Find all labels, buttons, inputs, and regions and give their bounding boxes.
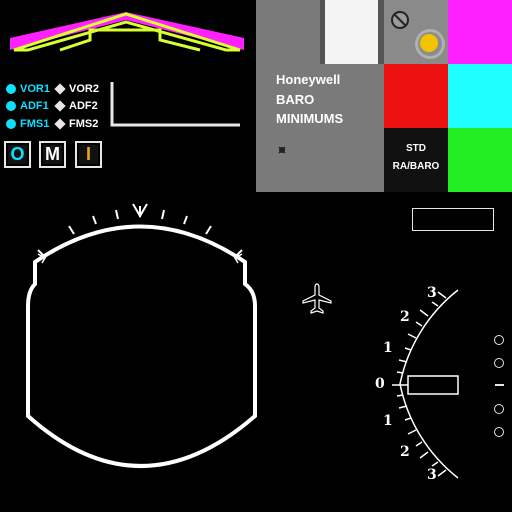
diamond-icon: [54, 83, 66, 95]
nav-source-left: VOR1: [20, 83, 50, 95]
middle-marker-box: M: [39, 141, 66, 168]
middle-marker-label: M: [45, 144, 60, 164]
cyan-dot-icon: [6, 119, 16, 129]
diamond-icon: [54, 118, 66, 130]
inner-marker-box: I: [75, 141, 102, 168]
inner-marker-label: I: [85, 144, 91, 164]
cyan-dot-icon: [6, 84, 16, 94]
gs-scale-upper-2: 2: [400, 309, 410, 325]
nav-source-row-3[interactable]: FMS1 FMS2: [6, 118, 98, 130]
ra-baro-label: RA/BARO: [392, 161, 440, 172]
flight-director-symbol: [10, 12, 244, 52]
std-ra-baro-button[interactable]: STD RA/BARO: [384, 128, 448, 192]
gs-scale-center: 0: [375, 376, 385, 392]
nav-source-right: FMS2: [69, 118, 99, 130]
nav-source-left: FMS1: [20, 118, 50, 130]
baro-label: BARO: [276, 92, 315, 107]
readout-box: [412, 208, 494, 231]
nav-source-row-1[interactable]: VOR1 VOR2: [6, 83, 99, 95]
nav-source-row-2[interactable]: ADF1 ADF2: [6, 100, 98, 112]
screw-knob-icon[interactable]: [384, 0, 448, 64]
gs-scale-upper-3: 3: [427, 285, 437, 301]
nav-source-left: ADF1: [20, 100, 49, 112]
deviation-center-mark: [495, 384, 504, 386]
bearing-bracket: [110, 82, 240, 127]
nav-source-right: ADF2: [69, 100, 98, 112]
airplane-icon: [302, 283, 332, 314]
glideslope-scale: [392, 289, 459, 479]
outer-marker-label: O: [10, 144, 25, 164]
attitude-frame: [26, 203, 257, 468]
nav-source-right: VOR2: [69, 83, 99, 95]
gs-scale-lower-1: 1: [383, 413, 393, 429]
brand-label: Honeywell: [276, 72, 341, 87]
deviation-dot: [494, 404, 504, 414]
gs-scale-lower-2: 2: [400, 444, 410, 460]
minimums-label: MINIMUMS: [276, 111, 344, 126]
outer-marker-box: O: [4, 141, 31, 168]
gs-scale-upper-1: 1: [383, 340, 393, 356]
deviation-dot: [494, 358, 504, 368]
cyan-dot-icon: [6, 101, 16, 111]
deviation-dot: [494, 335, 504, 345]
deviation-dot: [494, 427, 504, 437]
small-screw-icon: [278, 146, 286, 154]
std-label: STD: [406, 143, 426, 154]
gs-scale-lower-3: 3: [427, 467, 437, 483]
diamond-icon: [54, 100, 66, 112]
